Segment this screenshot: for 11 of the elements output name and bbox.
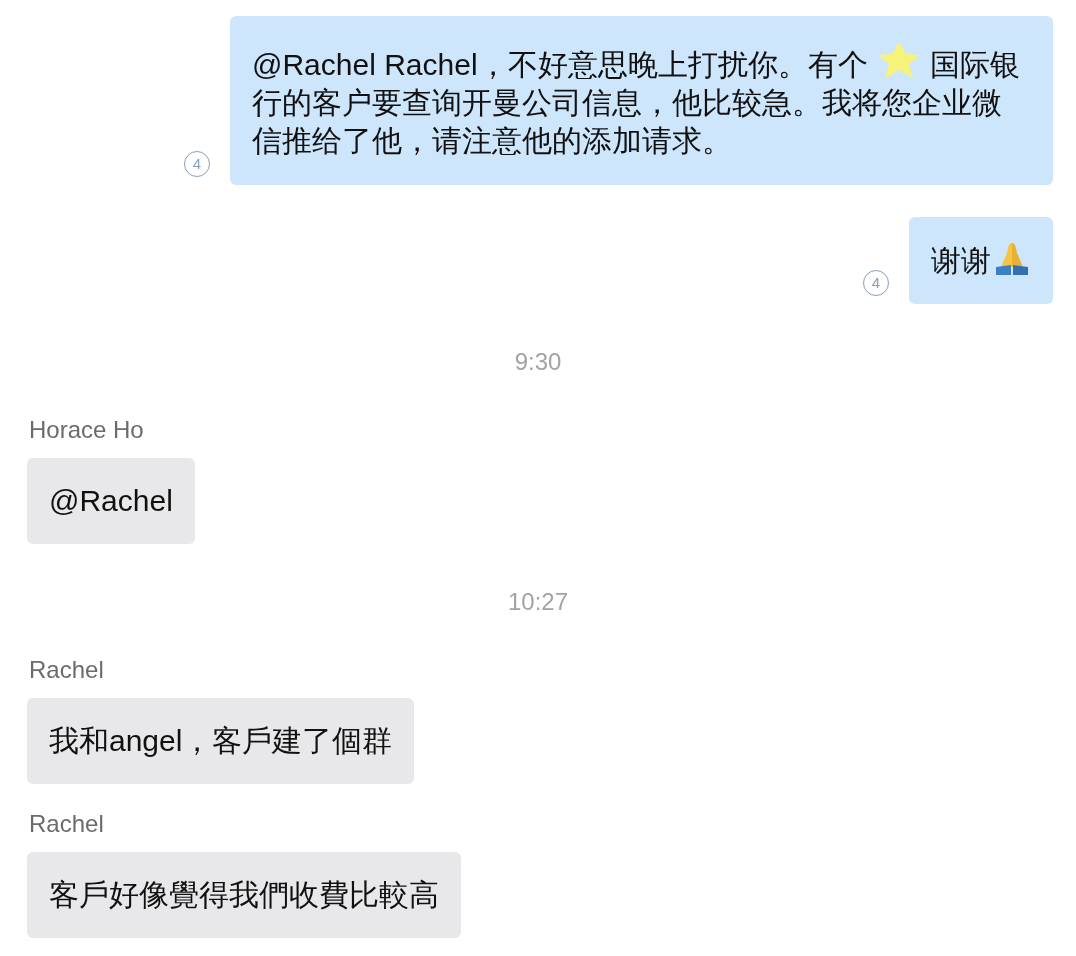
- praying-hands-icon: [993, 241, 1031, 275]
- timestamp: 9:30: [514, 347, 562, 377]
- sender-name: Horace Ho: [29, 416, 144, 444]
- message-bubble: 谢谢: [909, 217, 1053, 304]
- sender-name: Rachel: [29, 656, 104, 684]
- message-bubble: 客戶好像覺得我們收費比較高: [27, 852, 461, 938]
- sender-name: Rachel: [29, 810, 104, 838]
- message-bubble: @Rachel Rachel，不好意思晚上打扰你。有个 国际银行的客户要查询开曼公司信息，他比较急。我将您企业微信推给了他，请注意他的添加请求。: [230, 16, 1053, 185]
- message-bubble: @Rachel: [27, 458, 195, 544]
- message-bubble: 我和angel，客戶建了個群: [27, 698, 415, 784]
- timestamp: 10:27: [507, 587, 569, 617]
